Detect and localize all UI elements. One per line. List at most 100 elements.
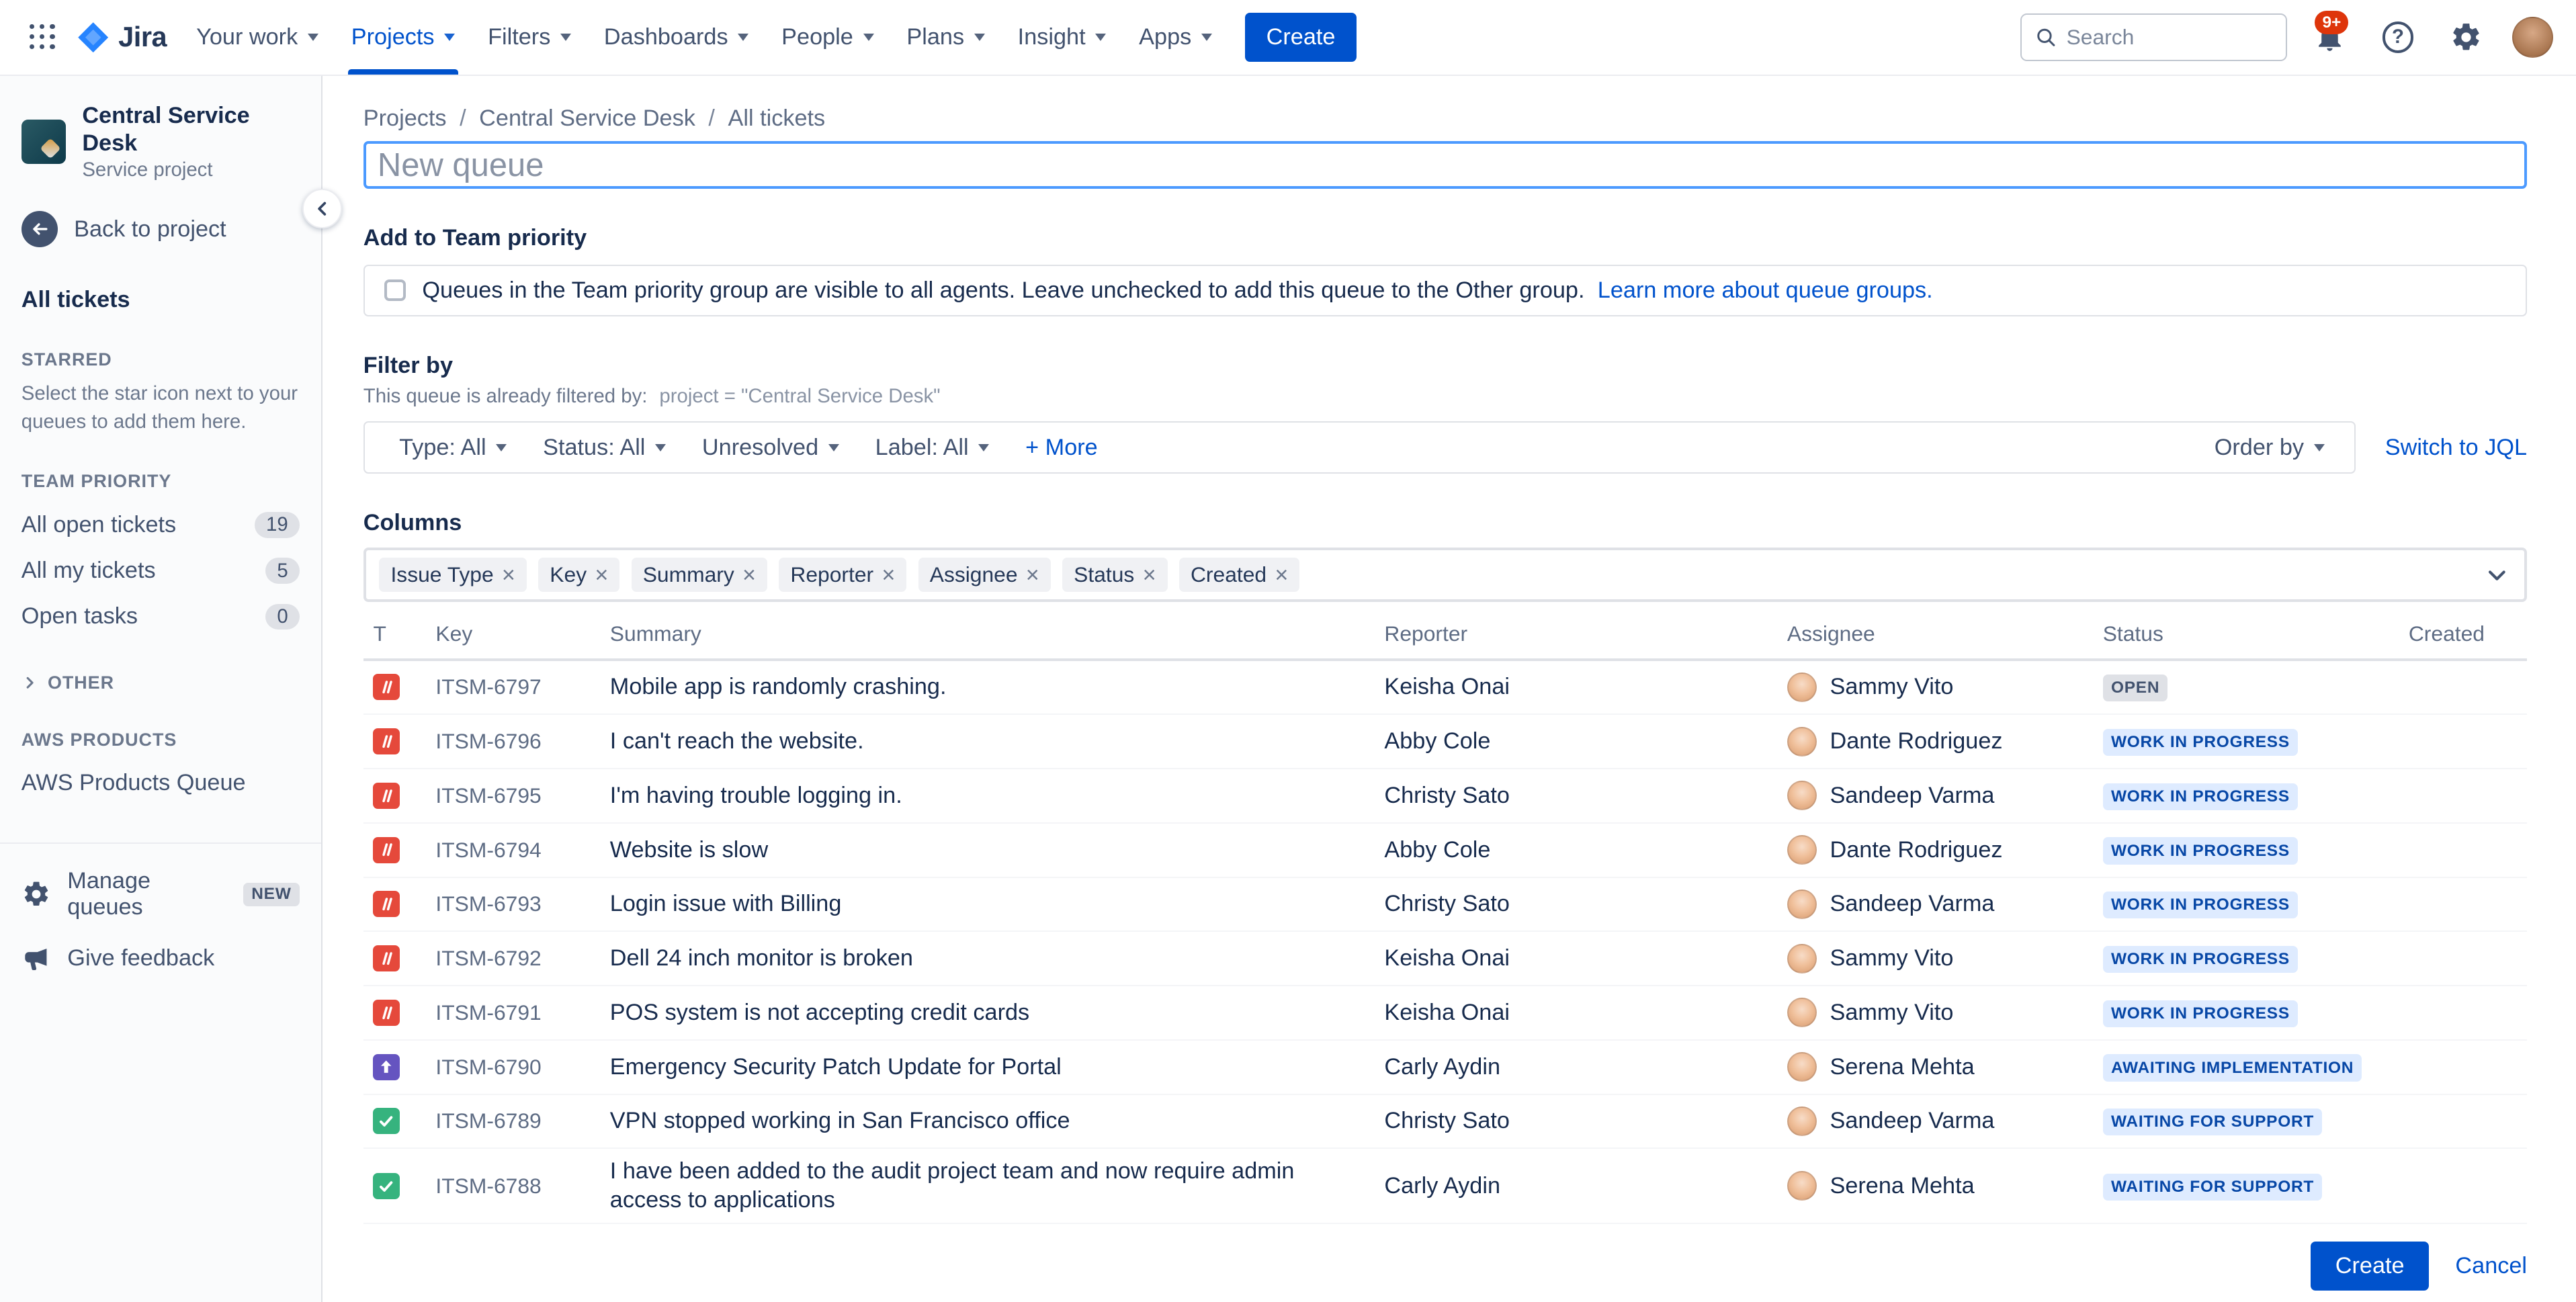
issue-key[interactable]: ITSM-6788 [423,1166,597,1207]
column-header-summary[interactable]: Summary [597,621,1371,646]
help-button[interactable]: ? [2372,21,2423,53]
more-filters-button[interactable]: + More [1011,428,1113,468]
nav-item-dashboards[interactable]: Dashboards [591,0,761,75]
filter-type-all[interactable]: Type: All [384,428,521,468]
queue-name-input[interactable] [363,141,2528,189]
table-row[interactable]: ITSM-6793 Login issue with Billing Chris… [363,878,2528,932]
issue-key[interactable]: ITSM-6793 [423,883,597,924]
issue-created-date [2395,1059,2527,1075]
table-row[interactable]: ITSM-6794 Website is slow Abby Cole Dant… [363,824,2528,878]
column-chip-summary[interactable]: Summary × [631,557,768,593]
search-input[interactable] [2066,24,2273,50]
other-group-toggle[interactable]: OTHER [0,672,321,693]
nav-item-people[interactable]: People [769,0,887,75]
filter-label-all[interactable]: Label: All [861,428,1004,468]
jira-logo[interactable]: Jira [66,0,180,75]
issue-summary[interactable]: Emergency Security Patch Update for Port… [597,1044,1371,1089]
filter-status-all[interactable]: Status: All [528,428,681,468]
column-chip-key[interactable]: Key × [538,557,620,593]
column-header-status[interactable]: Status [2090,621,2395,646]
table-row[interactable] [363,1224,2527,1229]
order-by-dropdown[interactable]: Order by [2204,428,2334,468]
nav-item-label: Plans [906,24,965,50]
sidebar-queue-open-tasks[interactable]: Open tasks 0 [0,594,321,640]
table-row[interactable]: ITSM-6789 VPN stopped working in San Fra… [363,1095,2528,1149]
column-chip-assignee[interactable]: Assignee × [918,557,1051,593]
remove-chip-icon[interactable]: × [595,563,608,587]
switch-to-jql-link[interactable]: Switch to JQL [2385,435,2527,461]
issue-summary[interactable]: I have been added to the audit project t… [597,1149,1371,1223]
table-row[interactable]: ITSM-6791 POS system is not accepting cr… [363,986,2528,1041]
issue-summary[interactable]: I can't reach the website. [597,719,1371,764]
issue-key[interactable]: ITSM-6789 [423,1100,597,1141]
column-chip-status[interactable]: Status × [1062,557,1168,593]
issue-key[interactable]: ITSM-6797 [423,666,597,707]
remove-chip-icon[interactable]: × [502,563,515,587]
settings-button[interactable] [2440,21,2492,54]
column-chip-created[interactable]: Created × [1178,557,1300,593]
column-header-assignee[interactable]: Assignee [1774,621,2090,646]
issue-key[interactable]: ITSM-6796 [423,721,597,762]
column-chip-label: Summary [642,562,734,587]
issue-key[interactable]: ITSM-6794 [423,829,597,870]
column-header-key[interactable]: Key [423,621,597,646]
create-queue-button[interactable]: Create [2311,1241,2430,1291]
sidebar-all-tickets[interactable]: All tickets [0,261,321,313]
column-header-type[interactable]: T [363,621,423,646]
remove-chip-icon[interactable]: × [1026,563,1039,587]
give-feedback-item[interactable]: Give feedback [0,932,321,985]
table-row[interactable]: ITSM-6796 I can't reach the website. Abb… [363,715,2528,769]
table-row[interactable]: ITSM-6795 I'm having trouble logging in.… [363,769,2528,824]
manage-queues-item[interactable]: Manage queues NEW [0,857,321,932]
column-chip-reporter[interactable]: Reporter × [779,557,907,593]
issue-summary[interactable]: Dell 24 inch monitor is broken [597,936,1371,981]
columns-select[interactable]: Issue Type × Key × Summary × Reporter × … [363,548,2528,603]
nav-item-your-work[interactable]: Your work [183,0,332,75]
global-search[interactable] [2020,13,2287,61]
collapse-sidebar-button[interactable] [302,189,342,229]
sidebar-queue-aws-products-queue[interactable]: AWS Products Queue [0,761,321,806]
filter-unresolved[interactable]: Unresolved [687,428,854,468]
cancel-button[interactable]: Cancel [2455,1253,2527,1279]
remove-chip-icon[interactable]: × [1275,563,1288,587]
issue-summary[interactable]: VPN stopped working in San Francisco off… [597,1098,1371,1143]
issue-summary[interactable]: POS system is not accepting credit cards [597,990,1371,1035]
column-chip-issue-type[interactable]: Issue Type × [379,557,527,593]
chevron-down-icon[interactable] [2485,562,2509,587]
remove-chip-icon[interactable]: × [742,563,756,587]
queue-groups-link[interactable]: Learn more about queue groups. [1598,277,1933,303]
sidebar-queue-all-open-tickets[interactable]: All open tickets 19 [0,502,321,548]
table-row[interactable]: ITSM-6797 Mobile app is randomly crashin… [363,661,2528,715]
nav-item-plans[interactable]: Plans [894,0,998,75]
column-header-created[interactable]: Created [2395,621,2527,646]
issue-summary[interactable]: I'm having trouble logging in. [597,773,1371,818]
sidebar-queue-all-my-tickets[interactable]: All my tickets 5 [0,548,321,593]
breadcrumb-project[interactable]: Central Service Desk [479,105,695,132]
table-row[interactable]: ITSM-6790 Emergency Security Patch Updat… [363,1041,2528,1095]
issue-summary[interactable]: Website is slow [597,827,1371,872]
team-priority-checkbox[interactable] [384,279,406,302]
top-nav-left: Jira Your work Projects Filters Dashboar… [19,0,1357,75]
issue-summary[interactable]: Mobile app is randomly crashing. [597,664,1371,709]
issue-key[interactable]: ITSM-6791 [423,992,597,1033]
create-button[interactable]: Create [1244,12,1357,62]
column-header-reporter[interactable]: Reporter [1371,621,1774,646]
breadcrumb-all-tickets[interactable]: All tickets [728,105,826,132]
table-row[interactable]: ITSM-6792 Dell 24 inch monitor is broken… [363,932,2528,986]
issue-key[interactable]: ITSM-6790 [423,1046,597,1087]
breadcrumb-projects[interactable]: Projects [363,105,447,132]
profile-button[interactable] [2509,16,2557,58]
nav-item-filters[interactable]: Filters [475,0,585,75]
issue-key[interactable]: ITSM-6795 [423,775,597,816]
app-switcher-button[interactable] [19,0,65,75]
nav-item-projects[interactable]: Projects [338,0,468,75]
issue-created-date [2395,679,2527,695]
nav-item-insight[interactable]: Insight [1004,0,1119,75]
table-row[interactable]: ITSM-6788 I have been added to the audit… [363,1149,2528,1225]
remove-chip-icon[interactable]: × [882,563,895,587]
issue-summary[interactable]: Login issue with Billing [597,881,1371,926]
remove-chip-icon[interactable]: × [1143,563,1156,587]
back-to-project[interactable]: Back to project [0,198,321,261]
issue-key[interactable]: ITSM-6792 [423,938,597,979]
nav-item-apps[interactable]: Apps [1126,0,1226,75]
